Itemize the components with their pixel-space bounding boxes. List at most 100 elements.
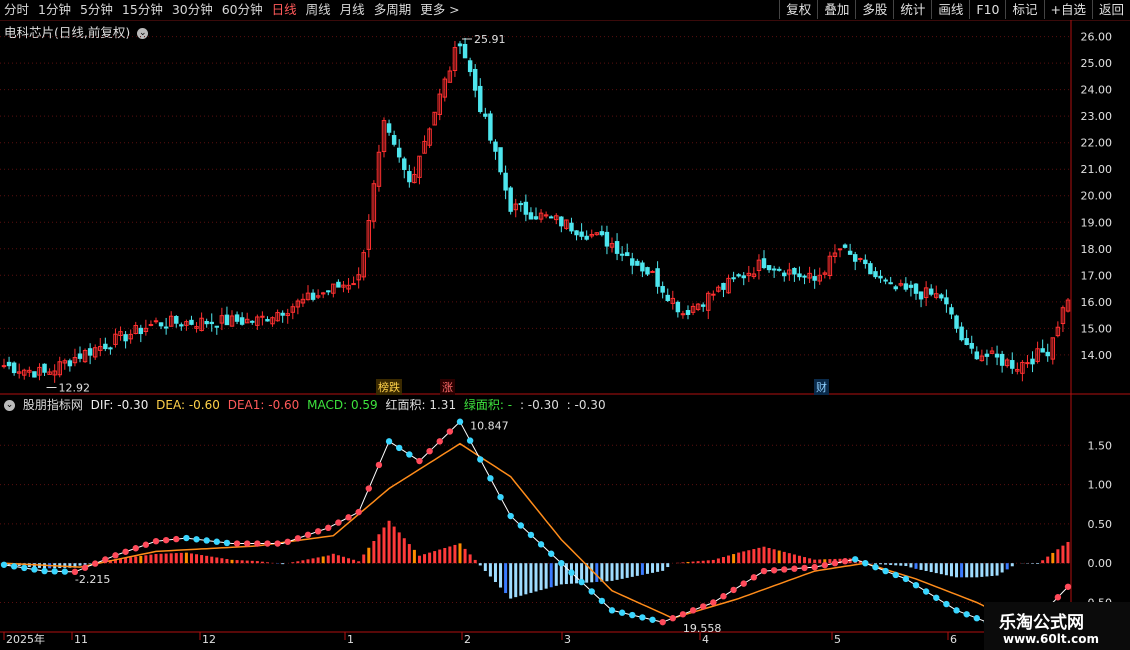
dea1-value: DEA1: -0.60: [227, 398, 300, 412]
dif-dot: [852, 556, 859, 563]
candle-body: [1025, 362, 1030, 365]
dif-dot: [791, 565, 798, 572]
candle-body: [852, 254, 858, 262]
tag-zhang[interactable]: 涨: [440, 379, 455, 395]
dif-dot: [679, 611, 687, 618]
candle-body: [407, 171, 412, 183]
y-tick-label: 19.00: [1081, 216, 1113, 229]
candle-body: [1010, 360, 1015, 369]
candle-body: [969, 342, 974, 349]
dif-dot: [223, 539, 231, 547]
candle-body: [863, 259, 868, 265]
dif-dot: [669, 615, 676, 622]
candle-body: [103, 343, 108, 350]
dif-dot: [872, 563, 879, 571]
dif-dot: [213, 538, 220, 545]
candle-body: [523, 201, 529, 215]
candle-body: [6, 361, 12, 367]
candle-body: [928, 288, 934, 295]
dif-dot: [142, 541, 150, 548]
candle-body: [645, 267, 650, 275]
candle-body: [599, 231, 605, 236]
dif-dot: [102, 556, 109, 563]
candle-body: [533, 216, 539, 220]
candle-body: [797, 273, 802, 278]
dif-dot: [629, 611, 636, 619]
x-tick-label: 6: [950, 633, 957, 646]
dif-dot: [659, 618, 666, 626]
dif-dot: [781, 566, 788, 573]
candle-body: [731, 277, 736, 280]
y-tick-label: 17.00: [1081, 269, 1113, 282]
candle-body: [635, 260, 640, 266]
dif-dot: [700, 603, 707, 610]
candle-body: [994, 353, 1000, 358]
y-tick-label: 23.00: [1081, 110, 1113, 123]
dif-dot: [568, 569, 575, 576]
y-tick-label: 25.00: [1081, 57, 1113, 70]
candle-body: [584, 235, 589, 240]
tag-bangdie[interactable]: 榜跌: [376, 379, 402, 395]
candle-body: [386, 123, 392, 133]
dif-dot: [274, 540, 281, 547]
candle-body: [868, 263, 873, 275]
dif-dot: [51, 568, 58, 575]
candle-body: [660, 286, 665, 293]
candle-body: [903, 283, 909, 290]
dif-dot: [649, 616, 656, 623]
candle-body: [153, 320, 159, 323]
y-tick-label: 21.00: [1081, 163, 1113, 176]
candle-body: [138, 327, 144, 335]
candle-body: [792, 267, 797, 275]
indicator-name: 股朋指标网: [22, 398, 83, 412]
dif-dot: [933, 594, 940, 601]
green-area-value: 绿面积: -: [463, 398, 513, 412]
candle-body: [974, 351, 980, 360]
watermark-title: 乐淘公式网: [999, 613, 1084, 633]
y-tick-label: 0.50: [1088, 518, 1113, 531]
peak-annotation: 10.847: [470, 420, 509, 433]
candle-body: [391, 135, 397, 145]
dif-dot: [173, 535, 180, 543]
dif-dot: [730, 586, 737, 594]
dif-dot: [558, 559, 565, 567]
candle-body: [614, 241, 620, 254]
dif-dot: [132, 545, 139, 552]
dif-dot: [801, 564, 808, 572]
x-tick-label: 1: [347, 633, 354, 646]
dif-dot: [811, 563, 818, 571]
candle-body: [148, 323, 154, 326]
dif-dot: [436, 438, 443, 445]
dif-dot: [841, 558, 849, 565]
candle-body: [234, 314, 240, 322]
candle-body: [462, 43, 468, 59]
dif-dot: [325, 524, 332, 532]
candle-body: [396, 147, 402, 158]
candle-body: [77, 353, 83, 359]
y-tick-label: 26.00: [1081, 31, 1113, 44]
y-tick-label: 16.00: [1081, 296, 1113, 309]
dif-dot: [487, 475, 494, 482]
dif-dot: [639, 614, 646, 621]
y-tick-label: 20.00: [1081, 190, 1113, 203]
dif-dot: [122, 548, 129, 555]
chevron-down-icon[interactable]: ⌄: [4, 400, 15, 411]
candle-body: [873, 271, 878, 278]
y-tick-label: 22.00: [1081, 137, 1113, 150]
dif-dot: [21, 564, 28, 572]
candle-body: [1045, 351, 1050, 357]
high-annotation: 25.91: [474, 33, 506, 46]
candle-body: [478, 85, 483, 113]
candle-body: [224, 314, 230, 326]
tag-cai[interactable]: 财: [814, 379, 829, 395]
dif-dot: [750, 574, 758, 581]
candle-body: [326, 290, 331, 293]
candle-body: [32, 371, 37, 378]
candle-body: [528, 212, 534, 220]
candle-body: [949, 307, 954, 315]
candle-body: [508, 187, 513, 212]
dif-dot: [31, 566, 38, 573]
candle-body: [503, 172, 508, 191]
candle-body: [964, 338, 969, 345]
candle-body: [260, 315, 265, 318]
